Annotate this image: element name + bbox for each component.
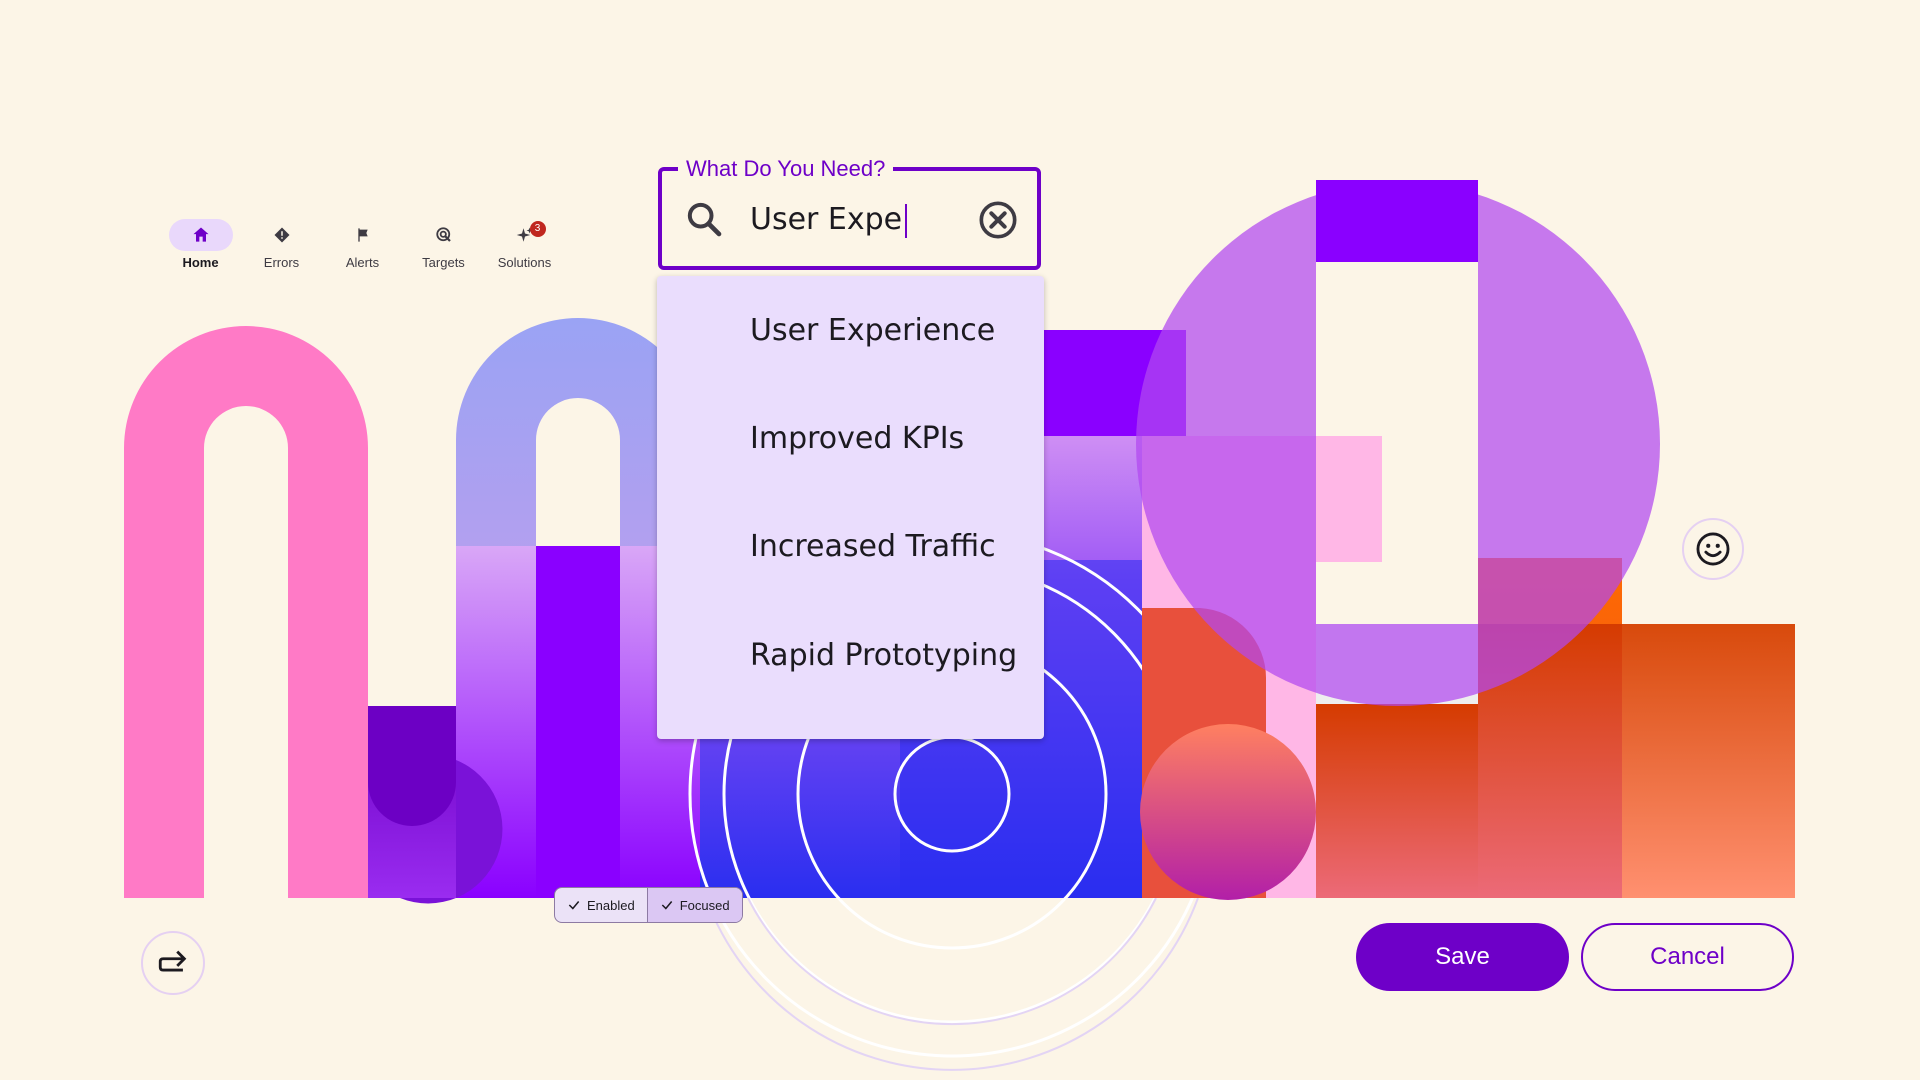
text-caret [905, 204, 907, 238]
nav-item-home[interactable]: Home [160, 219, 241, 270]
error-diamond-icon [274, 227, 289, 243]
nav-label-solutions: Solutions [497, 255, 552, 270]
search-field-label: What Do You Need? [678, 154, 894, 184]
check-icon [661, 901, 672, 910]
nav-label-alerts: Alerts [345, 255, 380, 270]
chip-focused[interactable]: Focused [646, 888, 742, 922]
suggestion-menu: User Experience Improved KPIs Increased … [657, 276, 1044, 739]
search-input[interactable] [750, 199, 950, 239]
search-field[interactable]: What Do You Need? [658, 154, 1041, 270]
emoji-button[interactable] [1682, 518, 1744, 580]
cancel-button[interactable]: Cancel [1581, 923, 1794, 991]
check-icon [568, 901, 580, 910]
nav-label-home: Home [182, 255, 219, 270]
nav-pill-errors [250, 219, 314, 251]
chip-label: Focused [679, 897, 730, 913]
home-icon [193, 227, 208, 242]
target-icon [435, 227, 451, 242]
chip-label: Enabled [587, 897, 635, 913]
flag-icon [357, 228, 368, 242]
suggestion-item[interactable]: Increased Traffic [657, 492, 1044, 600]
share-arrow-icon [158, 950, 187, 972]
nav-label-targets: Targets [422, 255, 465, 270]
notification-badge: 3 [529, 221, 546, 237]
segmented-button: Enabled Focused [554, 887, 743, 923]
chip-enabled[interactable]: Enabled [555, 888, 647, 922]
save-button[interactable]: Save [1356, 923, 1569, 991]
nav-pill-targets [412, 219, 476, 251]
nav-item-alerts[interactable]: Alerts [322, 219, 403, 270]
suggestion-item[interactable]: Improved KPIs [657, 384, 1044, 492]
nav-pill-alerts [331, 219, 395, 251]
search-icon [687, 202, 722, 237]
nav-pill-home [168, 219, 233, 251]
nav-item-solutions[interactable]: 3 Solutions [484, 219, 565, 270]
suggestion-item[interactable]: User Experience [657, 276, 1044, 384]
nav-item-errors[interactable]: Errors [241, 219, 322, 270]
nav-pill-solutions: 3 [493, 219, 557, 251]
share-button[interactable] [141, 931, 205, 995]
top-navigation: Home Errors Alerts Targets 3 Solutions [160, 219, 565, 270]
cancel-circle-icon[interactable] [978, 200, 1018, 240]
smiley-icon [1696, 532, 1730, 566]
nav-label-errors: Errors [263, 255, 300, 270]
nav-item-targets[interactable]: Targets [403, 219, 484, 270]
suggestion-item[interactable]: Rapid Prototyping [657, 601, 1044, 709]
